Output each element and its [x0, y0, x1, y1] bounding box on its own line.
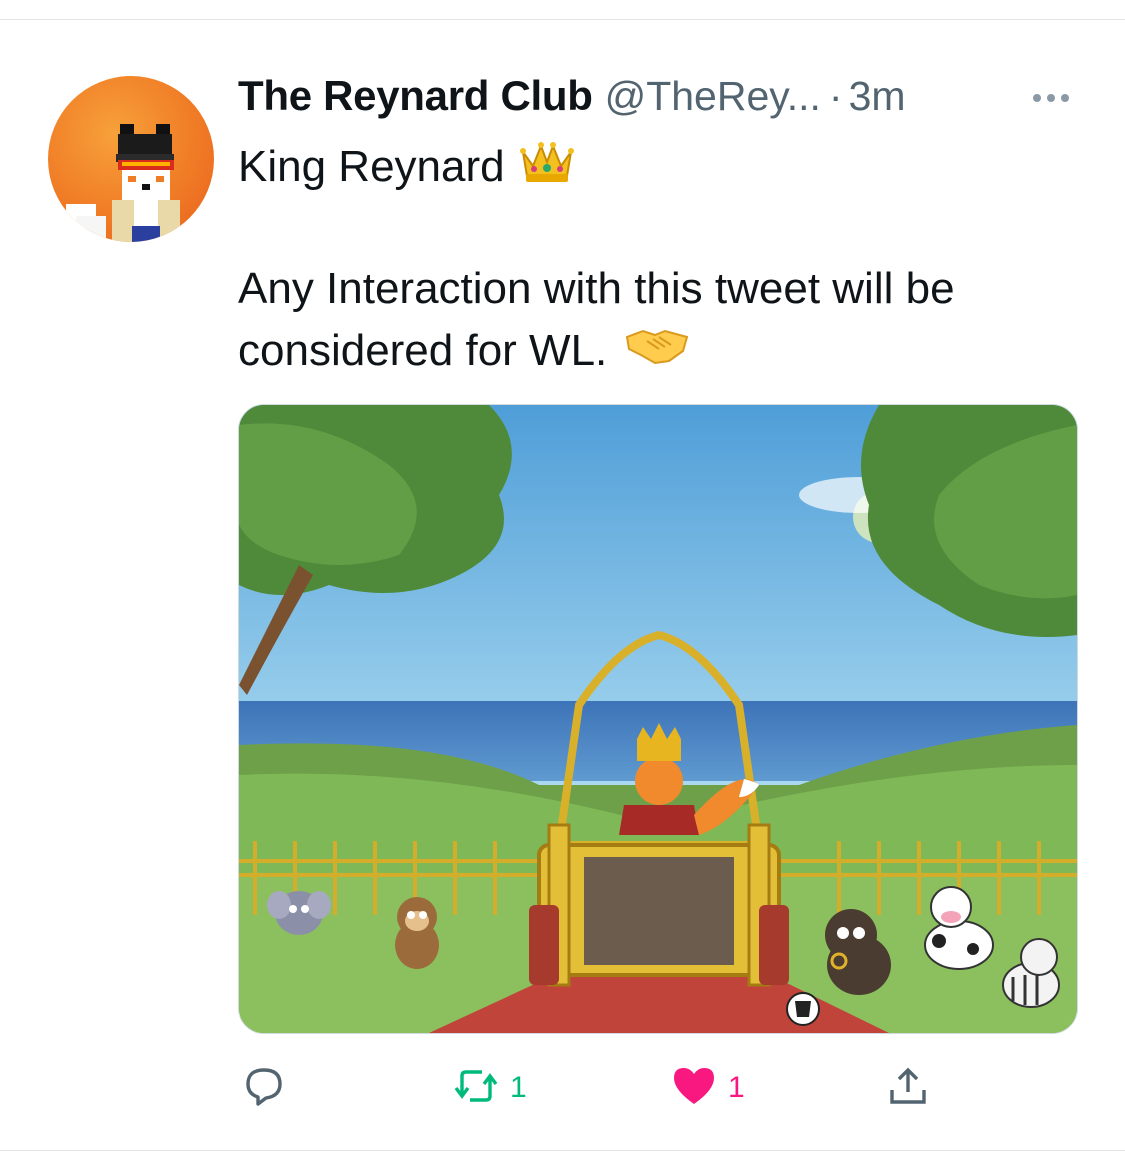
like-button[interactable]: 1 — [670, 1058, 745, 1118]
tweet-body-line: Any Interaction with this tweet will be — [238, 258, 1078, 320]
tweet-body-text-1: Any Interaction with this tweet will be — [238, 264, 955, 313]
retweet-count: 1 — [510, 1071, 527, 1104]
author-handle[interactable]: @TheRey... — [605, 73, 821, 120]
tweet-text-title: King Reynard — [238, 141, 505, 191]
retweet-button[interactable]: 1 — [452, 1058, 527, 1118]
bottom-divider — [0, 1150, 1125, 1151]
ball-icon — [786, 992, 820, 1026]
reply-button[interactable] — [242, 1058, 296, 1118]
share-button[interactable] — [886, 1058, 930, 1118]
retweet-icon — [452, 1064, 500, 1113]
reply-icon — [242, 1064, 286, 1113]
tweet[interactable]: The Reynard Club @TheRey... · 3m King Re… — [0, 20, 1125, 1150]
handshake-icon — [625, 320, 689, 382]
tweet-body-line: considered for WL. — [238, 320, 1078, 382]
tweet-body: Any Interaction with this tweet will be … — [238, 258, 1078, 382]
avatar[interactable] — [48, 76, 214, 242]
monkey-icon — [395, 897, 439, 969]
separator-dot: · — [828, 73, 843, 119]
tweet-image[interactable] — [238, 404, 1078, 1034]
heart-icon — [670, 1064, 718, 1113]
pixel-fox-avatar-icon — [66, 124, 180, 242]
share-icon — [886, 1064, 930, 1113]
tweet-text-line-1: King Reynard — [238, 138, 575, 195]
tweet-actions: 1 1 — [238, 1058, 998, 1118]
more-options-icon[interactable] — [1028, 86, 1074, 110]
like-count: 1 — [728, 1071, 745, 1104]
author-name[interactable]: The Reynard Club — [238, 72, 593, 120]
tweet-body-text-2: considered for WL. — [238, 326, 608, 375]
tweet-timestamp[interactable]: 3m — [849, 73, 906, 120]
crown-icon — [519, 138, 575, 195]
tweet-header: The Reynard Club @TheRey... · 3m — [238, 72, 906, 122]
